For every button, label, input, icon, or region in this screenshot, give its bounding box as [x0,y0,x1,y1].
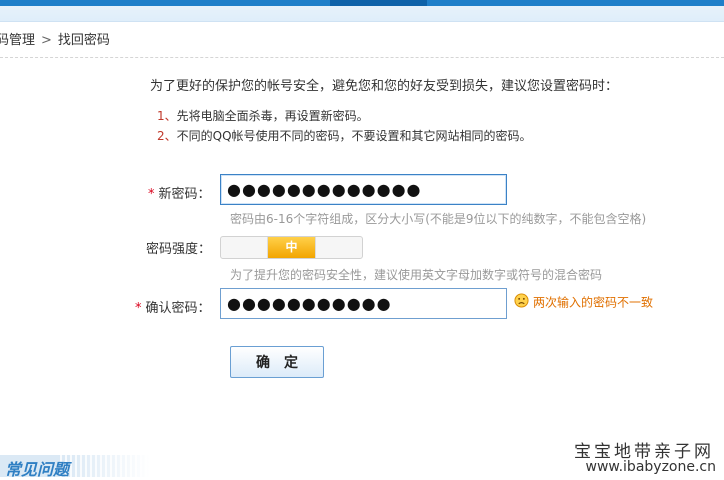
strength-segment-strong [316,237,362,258]
list-item: 2、不同的QQ帐号使用不同的密码，不要设置和其它网站相同的密码。 [157,126,532,146]
security-advice-title: 为了更好的保护您的帐号安全，避免您和您的好友受到损失，建议您设置密码时： [150,79,619,94]
password-strength-meter: 中 [220,236,363,259]
strength-segment-weak [221,237,269,258]
tip-number: 1、 [157,109,177,123]
error-message: 两次输入的密码不一致 [533,295,654,310]
tip-number: 2、 [157,129,177,143]
security-tips-list: 1、先将电脑全面杀毒，再设置新密码。 2、不同的QQ帐号使用不同的密码，不要设置… [157,106,532,146]
faq-link[interactable]: 常见问题 [5,456,69,480]
required-mark: * [135,301,142,316]
list-item: 1、先将电脑全面杀毒，再设置新密码。 [157,106,532,126]
confirm-password-label-text: 确认密码： [145,301,211,316]
confirm-password-input[interactable]: ●●●●●●●●●●● [220,288,507,319]
confirm-password-label: * 确认密码： [135,297,211,316]
tip-text: 不同的QQ帐号使用不同的密码，不要设置和其它网站相同的密码。 [176,129,532,143]
password-strength-label: 密码强度： [146,242,212,257]
new-password-label: * 新密码： [148,183,211,202]
required-mark: * [148,187,155,202]
tip-text: 先将电脑全面杀毒，再设置新密码。 [176,109,369,123]
confirm-button[interactable]: 确定 [230,346,324,378]
strength-segment-medium: 中 [268,237,316,258]
nav-strip [0,0,330,6]
breadcrumb-separator: > [41,33,52,48]
confirm-password-error: 两次输入的密码不一致 [514,293,653,311]
header-divider [0,57,724,58]
new-password-label-text: 新密码： [158,187,211,202]
watermark-url: www.ibabyzone.cn [585,459,716,475]
password-strength-hint: 为了提升您的密码安全性，建议使用英文字母加数字或符号的混合密码 [230,268,603,282]
breadcrumb: 码管理 > 找回密码 [0,31,110,51]
breadcrumb-link-password-management[interactable]: 码管理 [0,31,35,51]
new-password-input[interactable]: ●●●●●●●●●●●●● [220,174,507,205]
sad-face-icon [514,293,529,313]
nav-strip-active [330,0,427,6]
breadcrumb-current: 找回密码 [57,33,110,48]
faq-banner-stripes [60,455,150,477]
top-nav-bar [0,0,724,22]
new-password-hint: 密码由6-16个字符组成，区分大小写(不能是9位以下的纯数字，不能包含空格) [230,212,647,226]
nav-strip [427,0,724,6]
